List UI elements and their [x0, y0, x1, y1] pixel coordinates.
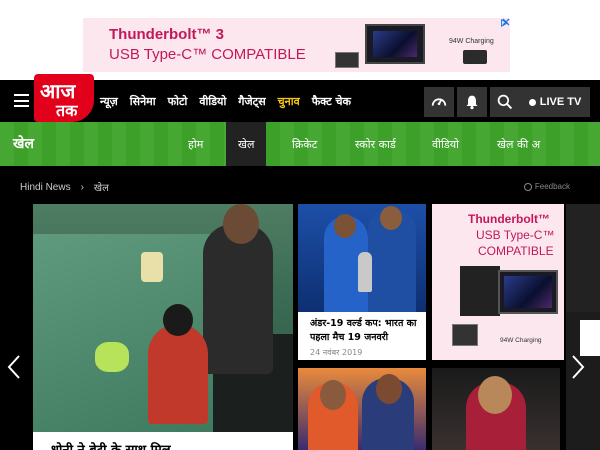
ad-tile[interactable]: Thunderbolt™ USB Type-C™ COMPATIBLE 94W …	[432, 204, 564, 360]
live-tv-label: LIVE TV	[539, 96, 582, 108]
tab-home[interactable]: होम	[188, 122, 203, 166]
feedback-label: Feedback	[534, 182, 570, 191]
featured-story-caption[interactable]: धोनी ने बेटी के साथ मिल	[33, 432, 293, 450]
carousel-next-button[interactable]	[568, 352, 588, 382]
story-card[interactable]: अंडर-19 वर्ल्ड कप: भारत का पहला मैच 19 ज…	[298, 204, 426, 360]
ad-subheadline: USB Type-C™ COMPATIBLE	[109, 46, 306, 63]
breadcrumb-separator: ›	[80, 181, 84, 193]
speedometer-icon	[431, 98, 447, 106]
logo-text-bottom: तक	[56, 101, 78, 120]
breadcrumb-home[interactable]: Hindi News	[20, 182, 71, 193]
feedback-icon	[523, 182, 532, 191]
section-title: खेल	[13, 136, 34, 152]
speedometer-button[interactable]	[424, 87, 454, 117]
story-card-date: 24 नवंबर 2019	[310, 348, 363, 357]
ad-monitor-image	[365, 24, 425, 64]
ad-charging-label: 94W Charging	[449, 38, 494, 45]
tab-cricket[interactable]: क्रिकेट	[292, 122, 317, 166]
logo-text-top: आज	[40, 79, 76, 103]
ad-tile-line1: Thunderbolt™	[468, 212, 550, 226]
nav-item-photo[interactable]: फोटो	[168, 94, 188, 109]
carousel-prev-button[interactable]	[4, 352, 24, 382]
nav-item-video[interactable]: वीडियो	[199, 94, 226, 109]
ad-headline: Thunderbolt™ 3	[109, 26, 224, 43]
main-nav: न्यूज़ सिनेमा फोटो वीडियो गैजेट्स चुनाव …	[100, 80, 351, 122]
ad-laptop-image	[335, 52, 359, 68]
search-icon	[497, 94, 513, 110]
ad-tile-line3: COMPATIBLE	[478, 244, 554, 258]
ad-tile-charging-label: 94W Charging	[500, 337, 542, 344]
breadcrumb: Hindi News › खेल	[20, 180, 109, 195]
notifications-button[interactable]	[457, 87, 487, 117]
nav-item-gadgets[interactable]: गैजेट्स	[238, 94, 265, 109]
ad-strip: Thunderbolt™ 3 USB Type-C™ COMPATIBLE 94…	[0, 0, 600, 80]
aajtak-logo[interactable]: आज तक	[34, 74, 94, 122]
featured-story-image[interactable]	[33, 204, 293, 432]
nav-item-cinema[interactable]: सिनेमा	[130, 94, 156, 109]
hamburger-icon[interactable]	[14, 94, 29, 107]
tab-sports-more[interactable]: खेल की अ	[497, 122, 540, 166]
story-card-image	[298, 204, 426, 312]
ad-banner[interactable]: Thunderbolt™ 3 USB Type-C™ COMPATIBLE 94…	[83, 18, 510, 72]
feedback-link[interactable]: Feedback	[523, 182, 570, 191]
tab-video[interactable]: वीडियो	[432, 122, 459, 166]
close-icon[interactable]	[502, 18, 510, 26]
nav-item-fact-check[interactable]: फैक्ट चेक	[312, 94, 351, 109]
bell-icon	[466, 95, 478, 110]
story-card-partial[interactable]	[566, 204, 600, 450]
breadcrumb-current: खेल	[93, 183, 109, 194]
tab-scorecard[interactable]: स्कोर कार्ड	[355, 122, 396, 166]
live-dot-icon	[528, 98, 536, 106]
ad-tile-line2: USB Type-C™	[476, 228, 555, 242]
story-card-image[interactable]	[298, 368, 426, 450]
story-card-image[interactable]	[432, 368, 560, 450]
nav-item-elections[interactable]: चुनाव	[278, 94, 300, 109]
featured-story-title: धोनी ने बेटी के साथ मिल	[51, 440, 171, 450]
ad-dock-image	[463, 50, 487, 64]
tab-sports[interactable]: खेल	[226, 122, 267, 166]
search-button[interactable]	[490, 87, 520, 117]
chevron-right-icon	[572, 355, 585, 379]
live-tv-button[interactable]: LIVE TV	[520, 87, 590, 117]
section-bar: खेल होम खेल क्रिकेट स्कोर कार्ड वीडियो ख…	[0, 122, 600, 166]
chevron-left-icon	[7, 355, 20, 379]
story-card-title: अंडर-19 वर्ल्ड कप: भारत का पहला मैच 19 ज…	[310, 318, 417, 343]
nav-item-news[interactable]: न्यूज़	[100, 94, 118, 109]
